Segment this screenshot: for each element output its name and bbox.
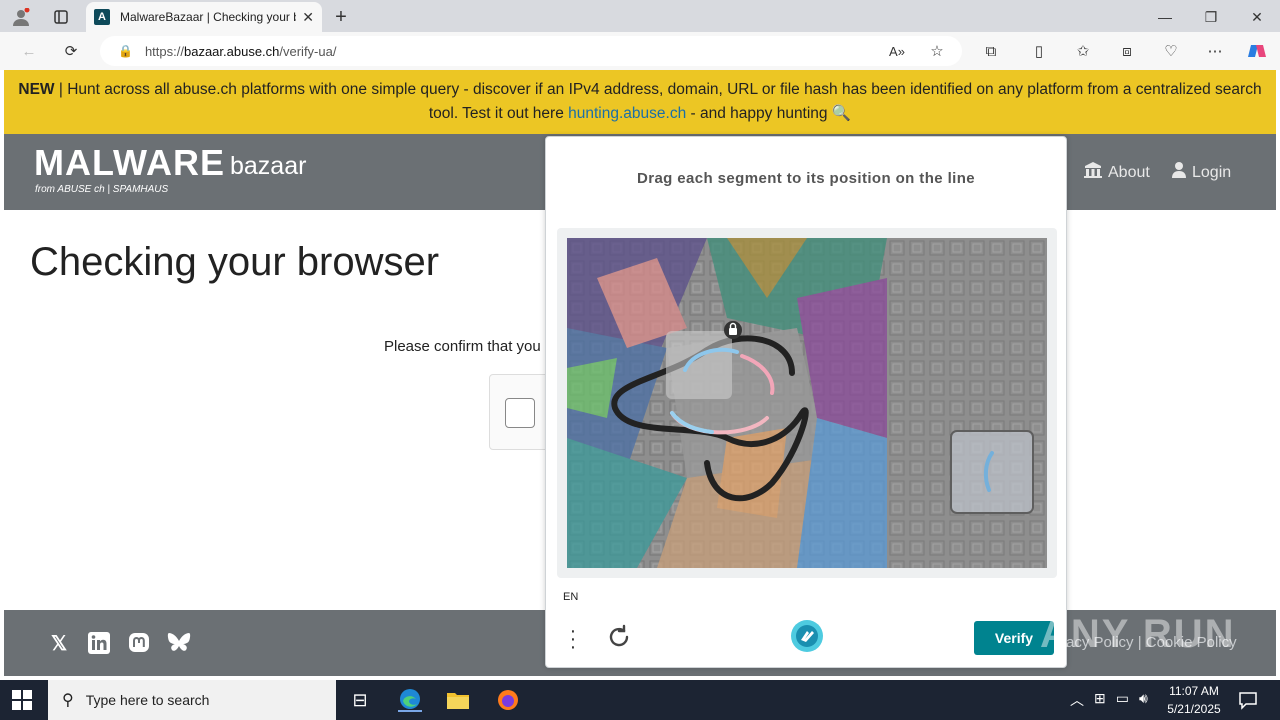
nav-about[interactable]: About: [1084, 162, 1150, 183]
malwarebazaar-favicon-icon: A: [94, 9, 110, 25]
taskbar-search-field[interactable]: ⚲ Type here to search: [48, 680, 336, 720]
split-screen-icon[interactable]: ▯: [1028, 40, 1050, 62]
logo-from-text: from ABUSE ch | SPAMHAUS: [35, 184, 169, 195]
hcaptcha-checkbox[interactable]: [505, 398, 535, 428]
task-view-icon[interactable]: ⊟: [348, 688, 372, 712]
profile-icon[interactable]: [10, 6, 32, 28]
nav-about-label: About: [1108, 163, 1150, 181]
captcha-challenge-dialog: Drag each segment to its position on the…: [545, 136, 1067, 668]
tab-bar: A MalwareBazaar | Checking your browser …: [0, 0, 1280, 32]
search-icon: ⚲: [62, 692, 74, 709]
logo-sub-text[interactable]: bazaar: [230, 152, 306, 181]
url-host: bazaar.abuse.ch: [183, 43, 280, 59]
captcha-refresh-icon[interactable]: [606, 624, 632, 650]
tab-actions-icon[interactable]: [50, 6, 72, 28]
copilot-icon[interactable]: [1246, 40, 1268, 62]
volume-icon[interactable]: 🔊︎: [1139, 690, 1148, 710]
captcha-puzzle-frame: [557, 228, 1057, 578]
favorite-star-icon[interactable]: ☆: [926, 40, 948, 62]
read-aloud-icon[interactable]: A»: [886, 40, 908, 62]
favorites-icon[interactable]: ✩: [1072, 40, 1094, 62]
banner-text-end: - and happy hunting 🔍: [686, 105, 852, 122]
clock-date: 5/21/2025: [1167, 702, 1221, 716]
notifications-icon[interactable]: [1238, 690, 1258, 710]
user-icon: [1172, 162, 1186, 183]
close-tab-icon[interactable]: ✕: [302, 9, 314, 26]
minimize-icon[interactable]: —: [1154, 6, 1176, 28]
back-icon[interactable]: ←: [18, 40, 40, 62]
system-tray: ︿ ⊞ ▭ 🔊︎: [1070, 690, 1148, 710]
windows-taskbar: ⚲ Type here to search ⊟ ︿ ⊞ ▭ 🔊︎ 11:07 A…: [0, 680, 1280, 720]
url-field[interactable]: 🔒 https://bazaar.abuse.ch/verify-ua/: [100, 36, 962, 66]
edge-browser-icon[interactable]: [398, 688, 422, 712]
browser-essentials-icon[interactable]: ♡: [1160, 40, 1182, 62]
banner-new-label: NEW: [18, 81, 55, 98]
firefox-icon[interactable]: [496, 688, 520, 712]
taskbar-search-placeholder: Type here to search: [85, 692, 210, 708]
building-icon: [1084, 162, 1102, 183]
ethernet-icon[interactable]: ▭: [1116, 690, 1129, 710]
bluesky-icon[interactable]: [166, 630, 192, 656]
new-tab-icon[interactable]: +: [330, 6, 352, 28]
x-twitter-icon[interactable]: 𝕏: [46, 630, 72, 656]
more-menu-icon[interactable]: ⋯: [1204, 40, 1226, 62]
extensions-icon[interactable]: ⧉: [980, 40, 1002, 62]
confirm-text: Please confirm that you: [384, 338, 541, 355]
captcha-language-selector[interactable]: EN: [563, 591, 578, 603]
nav-login[interactable]: Login: [1172, 162, 1231, 183]
tab-malwarebazaar[interactable]: A MalwareBazaar | Checking your browser …: [86, 2, 322, 32]
file-explorer-icon[interactable]: [446, 688, 470, 712]
anyrun-watermark: ANY RUN: [1040, 612, 1236, 656]
collections-icon[interactable]: ⧈: [1116, 40, 1138, 62]
refresh-icon[interactable]: ⟳: [60, 40, 82, 62]
tab-title: MalwareBazaar | Checking your browser: [120, 10, 296, 24]
captcha-instruction: Drag each segment to its position on the…: [636, 170, 976, 187]
lock-icon: 🔒: [118, 44, 133, 58]
windows-start-icon[interactable]: [12, 690, 32, 710]
taskbar-clock[interactable]: 11:07 AM 5/21/2025: [1160, 682, 1228, 718]
linkedin-icon[interactable]: [86, 630, 112, 656]
announcement-banner: NEW | Hunt across all abuse.ch platforms…: [4, 70, 1276, 134]
hunting-link[interactable]: hunting.abuse.ch: [568, 105, 686, 122]
address-bar-row: ← ⟳ 🔒 https://bazaar.abuse.ch/verify-ua/…: [0, 32, 1280, 70]
show-hidden-icons-icon[interactable]: ︿: [1070, 690, 1084, 710]
clock-time: 11:07 AM: [1169, 684, 1219, 698]
mastodon-icon[interactable]: [126, 630, 152, 656]
nav-login-label: Login: [1192, 163, 1232, 181]
url-path: /verify-ua/: [279, 43, 337, 59]
logo-main-text[interactable]: MALWARE: [34, 142, 225, 184]
captcha-puzzle-image[interactable]: [567, 238, 1047, 568]
maximize-icon[interactable]: ❐: [1200, 6, 1222, 28]
close-window-icon[interactable]: ✕: [1246, 6, 1268, 28]
captcha-menu-icon[interactable]: · · ·: [566, 621, 580, 657]
hcaptcha-logo-icon[interactable]: [790, 619, 824, 653]
page-title: Checking your browser: [30, 240, 440, 284]
url-prefix: https://: [144, 43, 184, 59]
network-icon[interactable]: ⊞: [1094, 690, 1106, 710]
hcaptcha-widget: [489, 374, 549, 450]
